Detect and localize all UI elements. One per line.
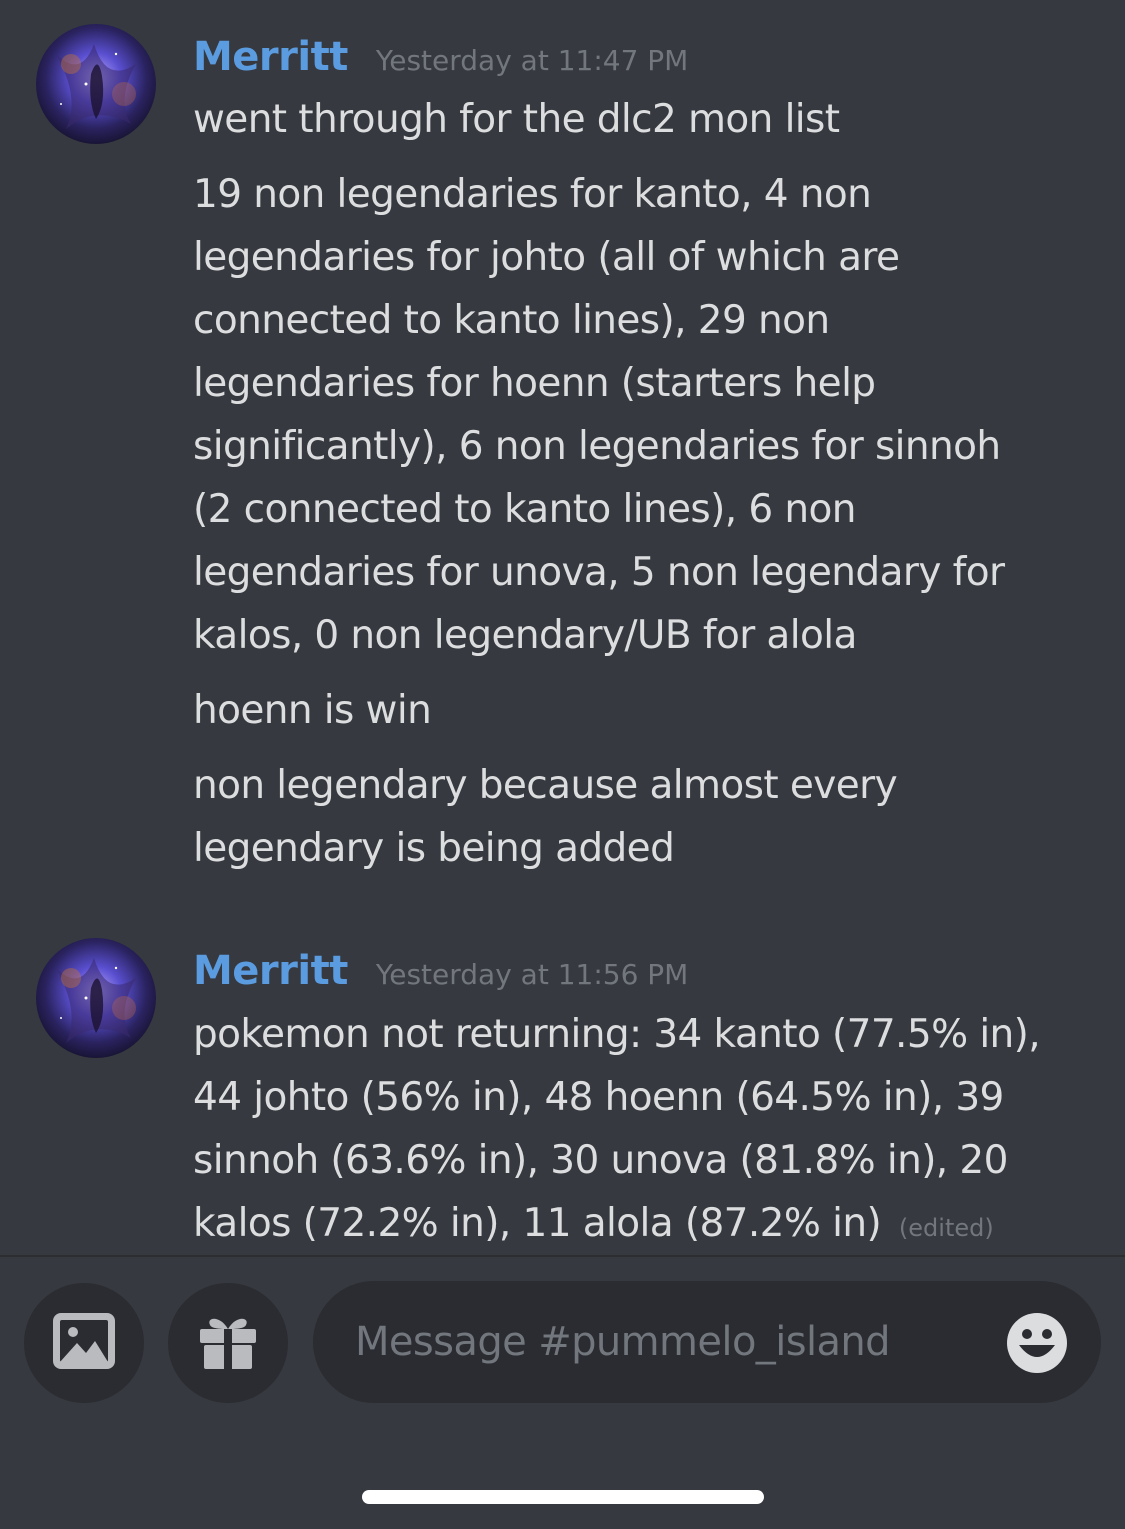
message-text-line-last: kalos (72.2% in), 11 alola (87.2% in) (e… [193, 1192, 1103, 1255]
emoji-button[interactable] [1005, 1311, 1069, 1375]
message-text-line: non legendary because almost every [193, 763, 898, 808]
message-text-line: legendaries for johto (all of which are [193, 235, 900, 280]
message-timestamp: Yesterday at 11:56 PM [375, 958, 689, 991]
home-indicator[interactable] [362, 1490, 764, 1504]
message-timestamp: Yesterday at 11:47 PM [375, 44, 689, 77]
discord-chat-screen: Merritt Yesterday at 11:47 PM went throu… [0, 0, 1125, 1529]
author-name[interactable]: Merritt [193, 948, 348, 994]
message-text-line: legendary is being added [193, 826, 675, 871]
avatar[interactable] [36, 24, 156, 144]
message-text-line: (2 connected to kanto lines), 6 non [193, 487, 856, 532]
message-text-line: connected to kanto lines), 29 non [193, 298, 830, 343]
avatar[interactable] [36, 938, 156, 1058]
message-text-line: kalos, 0 non legendary/UB for alola [193, 613, 857, 658]
message-text-line: pokemon not returning: 34 kanto (77.5% i… [193, 1012, 1041, 1057]
author-name[interactable]: Merritt [193, 34, 348, 80]
message-text-line: sinnoh (63.6% in), 30 unova (81.8% in), … [193, 1138, 1008, 1183]
message-list[interactable]: Merritt Yesterday at 11:47 PM went throu… [0, 0, 1125, 1255]
message-header: Merritt Yesterday at 11:56 PM [193, 948, 688, 1008]
message-text-line: 19 non legendaries for kanto, 4 non [193, 172, 872, 217]
message-text-line: legendaries for unova, 5 non legendary f… [193, 550, 1005, 595]
message-input[interactable] [355, 1314, 975, 1370]
message-text-line: legendaries for hoenn (starters help [193, 361, 876, 406]
message-header: Merritt Yesterday at 11:47 PM [193, 34, 688, 94]
gift-button[interactable] [168, 1283, 288, 1403]
edited-label: (edited) [898, 1214, 994, 1242]
gift-icon [198, 1311, 258, 1375]
message-text-line: 44 johto (56% in), 48 hoenn (64.5% in), … [193, 1075, 1004, 1120]
image-upload-icon [53, 1313, 115, 1373]
message-text-line: hoenn is win [193, 688, 432, 733]
message-text-line: went through for the dlc2 mon list [193, 97, 840, 142]
message-text-line: significantly), 6 non legendaries for si… [193, 424, 1001, 469]
message-input-container [313, 1281, 1101, 1403]
message-text: kalos (72.2% in), 11 alola (87.2% in) [193, 1201, 882, 1246]
attach-image-button[interactable] [24, 1283, 144, 1403]
emoji-icon [1005, 1313, 1069, 1379]
